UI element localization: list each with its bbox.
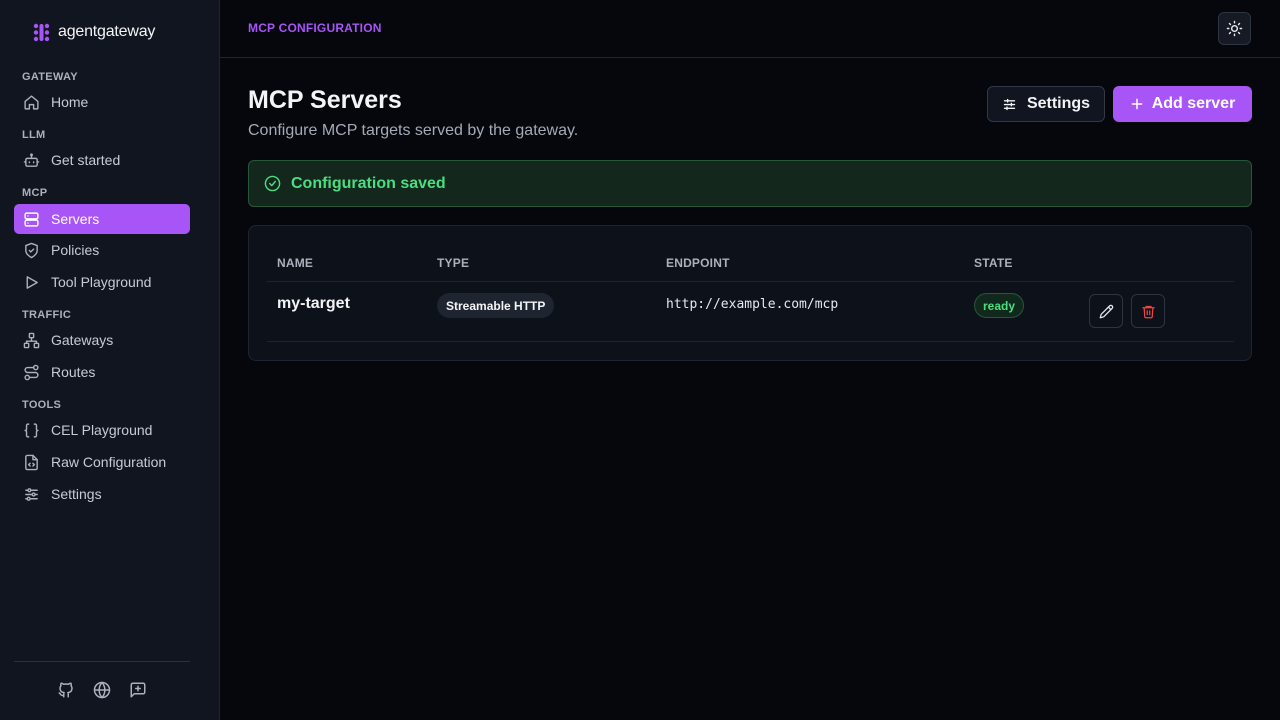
sidebar-item-label: CEL Playground [51,422,153,438]
home-icon [24,94,39,110]
section-title-llm: LLM [22,129,46,141]
column-header-endpoint[interactable]: ENDPOINT [666,256,730,270]
github-icon[interactable] [57,681,75,699]
pencil-icon [1099,304,1113,318]
sidebar-item-label: Get started [51,152,121,168]
sidebar: agentgateway GATEWAY Home LLM Get starte… [0,0,220,720]
sidebar-item-label: Policies [51,242,100,258]
sidebar-item-label: Tool Playground [51,274,152,290]
app-logo[interactable]: agentgateway [33,22,155,42]
sidebar-item-label: Home [51,94,89,110]
section-title-gateway: GATEWAY [22,71,78,83]
server-name: my-target [277,295,350,312]
sidebar-item-label: Routes [51,364,96,380]
section-title-traffic: TRAFFIC [22,309,72,321]
page-subtitle: Configure MCP targets served by the gate… [248,122,579,139]
globe-icon[interactable] [93,681,111,699]
braces-icon [24,422,39,438]
status-badge: ready [974,293,1025,318]
sidebar-item-label: Servers [51,211,100,227]
sidebar-item-gateways[interactable]: Gateways [14,325,190,355]
sidebar-item-label: Settings [51,486,102,502]
delete-button[interactable] [1131,294,1165,328]
bot-icon [23,152,40,167]
settings-button-label: Settings [1026,95,1091,112]
column-header-type[interactable]: TYPE [437,256,469,270]
breadcrumb: MCP CONFIGURATION [248,21,382,35]
edit-button[interactable] [1089,294,1123,328]
sidebar-item-get-started[interactable]: Get started [14,145,190,175]
column-header-name[interactable]: NAME [277,256,313,270]
trash-icon [1141,305,1155,318]
shield-icon [25,242,38,258]
app-logo-text: agentgateway [58,23,156,40]
page-title: MCP Servers [248,86,402,114]
header-divider [267,281,1234,282]
sidebar-item-raw-configuration[interactable]: Raw Configuration [14,447,190,477]
plus-icon [1131,98,1143,110]
theme-toggle-button[interactable] [1218,12,1251,45]
sidebar-item-policies[interactable]: Policies [14,235,190,265]
settings-button[interactable]: Settings [987,86,1105,122]
row-divider [267,341,1234,342]
network-icon [23,332,40,348]
sun-icon [1226,20,1243,37]
play-icon [26,275,38,289]
sidebar-item-label: Gateways [51,332,114,348]
sidebar-item-routes[interactable]: Routes [14,357,190,387]
section-title-tools: TOOLS [22,399,62,411]
sidebar-item-tool-playground[interactable]: Tool Playground [14,267,190,297]
route-icon [24,364,39,380]
add-server-button[interactable]: Add server [1113,86,1252,122]
add-server-button-label: Add server [1151,95,1236,112]
file-code-icon [25,454,38,470]
alert-text: Configuration saved [291,174,446,192]
section-title-mcp: MCP [22,187,48,199]
sidebar-item-settings[interactable]: Settings [14,479,190,509]
type-badge: Streamable HTTP [437,293,555,318]
sidebar-item-servers[interactable]: Servers [14,204,190,234]
column-header-state[interactable]: STATE [974,256,1013,270]
sidebar-footer [57,681,147,699]
sidebar-item-label: Raw Configuration [51,454,167,470]
server-endpoint: http://example.com/mcp [666,297,839,312]
sidebar-item-home[interactable]: Home [14,87,190,117]
top-bar: MCP CONFIGURATION [220,0,1280,58]
servers-table: NAME TYPE ENDPOINT STATE my-target Strea… [248,225,1252,361]
success-alert: Configuration saved [248,160,1252,207]
sliders-icon [1003,98,1016,110]
check-circle-icon [264,175,281,192]
server-icon [24,211,39,227]
feedback-icon[interactable] [129,681,147,699]
sidebar-divider [14,661,190,662]
sliders-icon [25,487,38,501]
sidebar-item-cel-playground[interactable]: CEL Playground [14,415,190,445]
agentgateway-logo-icon [33,23,50,41]
